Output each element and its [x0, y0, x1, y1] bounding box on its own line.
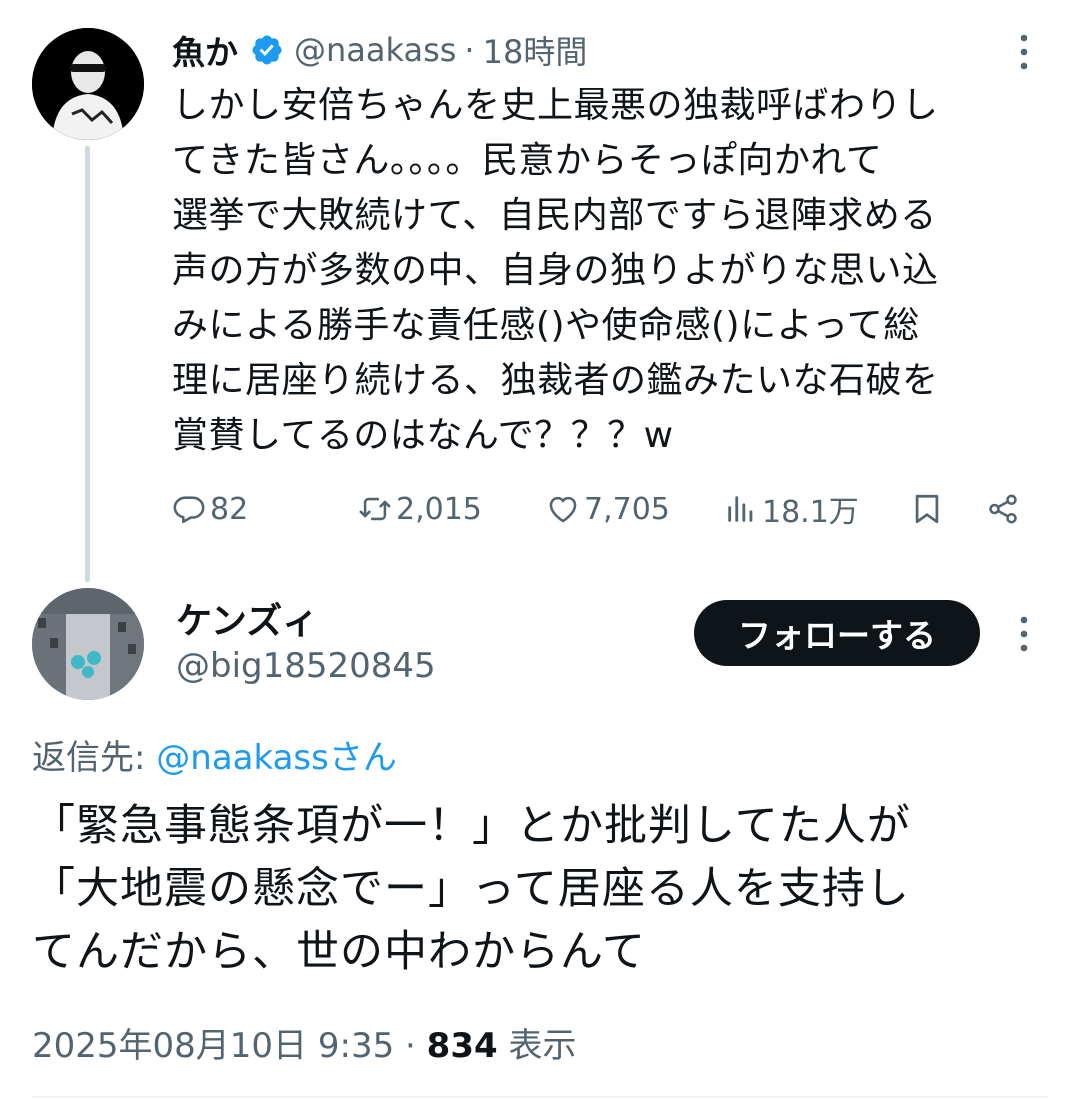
- share-button[interactable]: [986, 484, 1024, 534]
- avatar-image: [32, 588, 144, 700]
- reply-icon: [173, 496, 205, 524]
- avatar-image: [32, 28, 144, 140]
- tweet-actions: 82 2,015 7,705 18.1万: [172, 484, 1052, 534]
- more-icon[interactable]: [1010, 32, 1038, 72]
- like-count: 7,705: [584, 491, 670, 527]
- reply-to-label: 返信先:: [32, 738, 157, 778]
- reply-author-handle[interactable]: @big18520845: [176, 646, 436, 686]
- separator-dot: ·: [394, 1026, 427, 1066]
- reply-author-avatar[interactable]: [32, 588, 144, 700]
- tweet-header: 魚か @naakass · 18時間: [172, 28, 587, 72]
- retweet-button[interactable]: 2,015: [358, 484, 482, 534]
- tweet-text: しかし安倍ちゃんを史上最悪の独裁呼ばわりし てきた皆さん。。。。民意からそっぽ向…: [172, 85, 939, 456]
- reply-to-mention-link[interactable]: @naakassさん: [156, 738, 397, 778]
- author-handle[interactable]: @naakass: [294, 31, 456, 69]
- views-button[interactable]: 18.1万: [724, 484, 859, 534]
- author-name[interactable]: 魚か: [172, 26, 238, 74]
- reply-datetime[interactable]: 2025年08月10日 9:35: [32, 1026, 394, 1066]
- divider: [32, 1096, 1048, 1098]
- follow-button[interactable]: フォローする: [694, 600, 980, 666]
- more-icon[interactable]: [1010, 614, 1038, 654]
- author-avatar[interactable]: [32, 28, 144, 140]
- views-icon: [728, 496, 753, 522]
- reply-views-label: 表示: [497, 1026, 577, 1066]
- verified-badge-icon: [250, 33, 284, 67]
- bookmark-button[interactable]: [910, 484, 948, 534]
- separator-dot: ·: [464, 31, 475, 69]
- reply-meta: 2025年08月10日 9:35 · 834 表示: [32, 1018, 576, 1067]
- reply-count: 82: [210, 491, 249, 527]
- reply-button[interactable]: 82: [172, 484, 248, 534]
- reply-author-name[interactable]: ケンズィ: [176, 592, 318, 644]
- like-button[interactable]: 7,705: [546, 484, 670, 534]
- reply-text: 「緊急事態条項が一！」とか批判してた人が 「大地震の懸念でー」って居座る人を支持…: [32, 801, 911, 977]
- share-icon: [989, 494, 1017, 524]
- retweet-icon: [359, 497, 391, 521]
- thread-connector-line: [85, 146, 90, 582]
- views-count: 18.1万: [762, 495, 859, 530]
- bookmark-icon: [915, 494, 939, 524]
- retweet-count: 2,015: [396, 491, 482, 527]
- reply-views-count: 834: [426, 1026, 498, 1066]
- tweet-time[interactable]: 18時間: [483, 27, 588, 73]
- reply-to-line: 返信先: @naakassさん: [32, 730, 397, 779]
- heart-icon: [549, 496, 577, 523]
